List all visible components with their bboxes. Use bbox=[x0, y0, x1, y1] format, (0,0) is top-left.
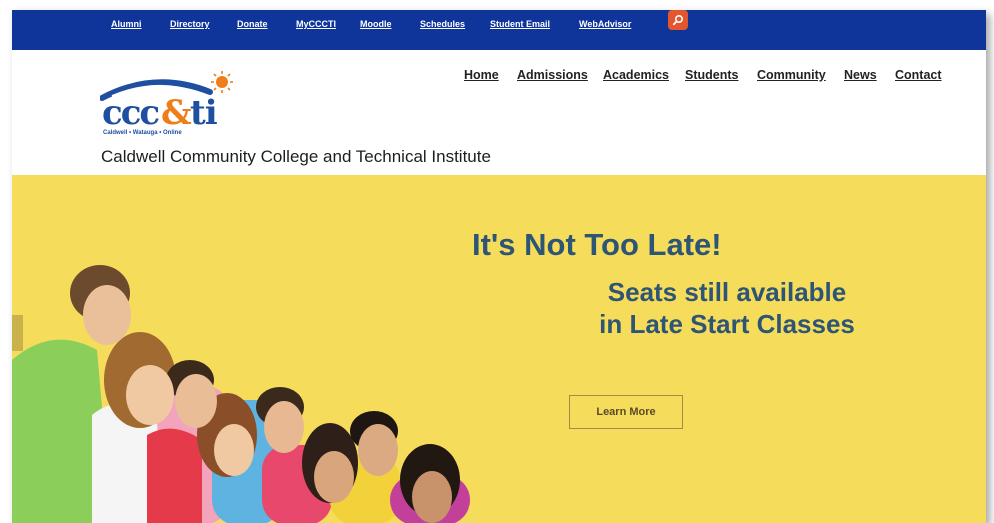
hero-subtitle-line-1: Seats still available bbox=[607, 277, 847, 307]
page-frame: Alumni Directory Donate MyCCCTI Moodle S… bbox=[12, 10, 986, 523]
nav-students[interactable]: Students bbox=[685, 68, 738, 82]
utility-link-mycccti[interactable]: MyCCCTI bbox=[296, 19, 336, 29]
nav-home[interactable]: Home bbox=[464, 68, 499, 82]
utility-link-student-email[interactable]: Student Email bbox=[490, 19, 550, 29]
svg-text:Caldwell • Watauga • Online: Caldwell • Watauga • Online bbox=[103, 130, 182, 136]
nav-news[interactable]: News bbox=[844, 68, 877, 82]
learn-more-button[interactable]: Learn More bbox=[569, 395, 683, 429]
svg-text:ccc: ccc bbox=[102, 93, 159, 133]
svg-text:ti: ti bbox=[190, 93, 218, 133]
site-title: Caldwell Community College and Technical… bbox=[101, 147, 491, 166]
nav-academics[interactable]: Academics bbox=[603, 68, 669, 82]
svg-text:&: & bbox=[161, 93, 192, 133]
nav-admissions[interactable]: Admissions bbox=[517, 68, 588, 82]
college-logo[interactable]: ccc & ti Caldwell • Watauga • Online bbox=[99, 70, 240, 136]
hero-subtitle-line-2: in Late Start Classes bbox=[599, 309, 855, 339]
search-button[interactable] bbox=[668, 10, 688, 30]
students-group-photo bbox=[12, 265, 470, 523]
utility-link-directory[interactable]: Directory bbox=[170, 19, 210, 29]
hero-title: It's Not Too Late! bbox=[472, 227, 722, 262]
slider-prev-arrow[interactable] bbox=[12, 315, 23, 351]
search-icon bbox=[672, 14, 684, 26]
utility-link-schedules[interactable]: Schedules bbox=[420, 19, 465, 29]
utility-link-alumni[interactable]: Alumni bbox=[111, 19, 142, 29]
nav-community[interactable]: Community bbox=[757, 68, 826, 82]
utility-link-webadvisor[interactable]: WebAdvisor bbox=[579, 19, 631, 29]
hero-subtitle: Seats still available in Late Start Clas… bbox=[567, 276, 887, 340]
utility-link-moodle[interactable]: Moodle bbox=[360, 19, 392, 29]
utility-bar: Alumni Directory Donate MyCCCTI Moodle S… bbox=[12, 10, 986, 50]
hero-slider: It's Not Too Late! Seats still available… bbox=[12, 175, 986, 523]
nav-contact[interactable]: Contact bbox=[895, 68, 942, 82]
utility-link-donate[interactable]: Donate bbox=[237, 19, 268, 29]
site-header: ccc & ti Caldwell • Watauga • Online Cal… bbox=[12, 50, 986, 175]
